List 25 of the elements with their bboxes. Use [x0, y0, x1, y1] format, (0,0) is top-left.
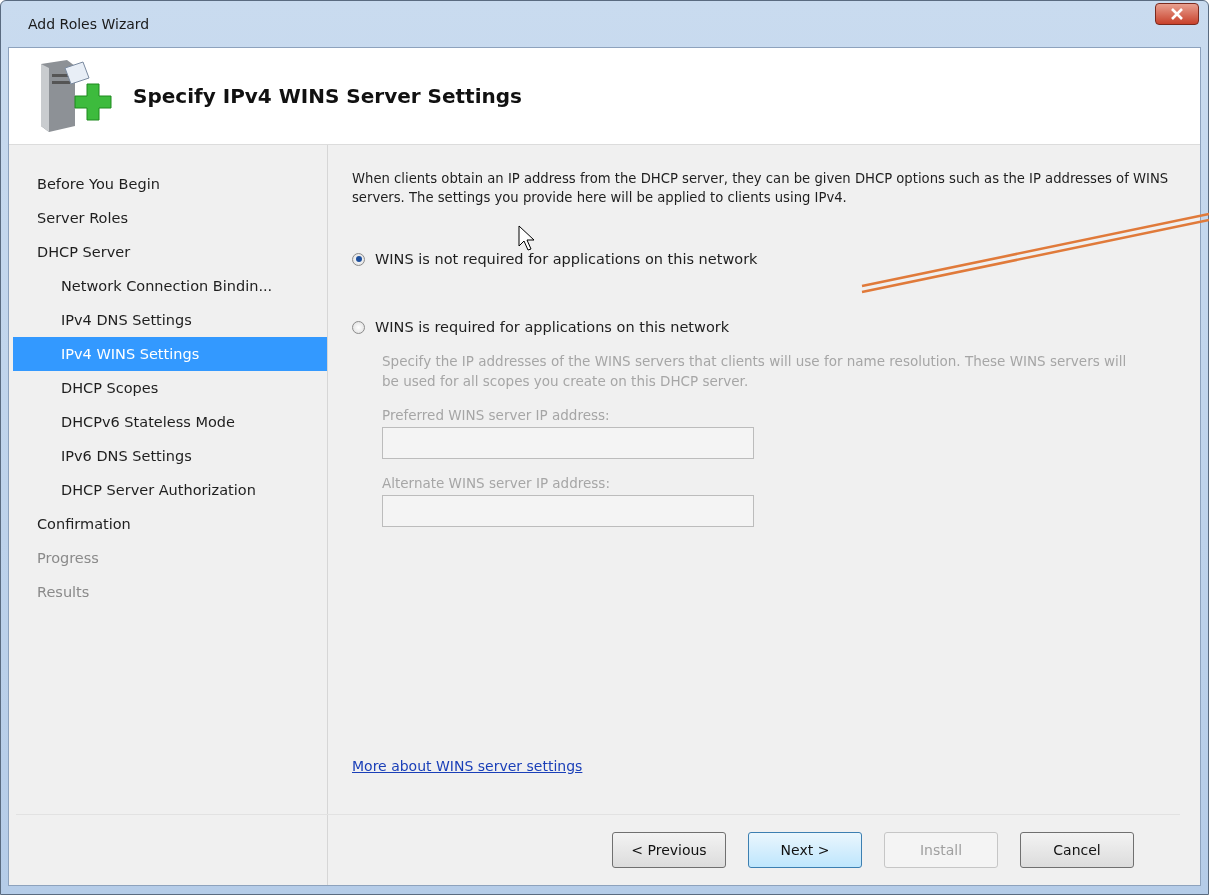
radio-option[interactable]: WINS is not required for applications on this network [352, 251, 1180, 267]
nav-item[interactable]: IPv4 DNS Settings [13, 303, 327, 337]
wizard-button[interactable]: Next > [748, 832, 862, 868]
nav-item[interactable]: Confirmation [13, 507, 327, 541]
nav-item[interactable]: Before You Begin [13, 167, 327, 201]
help-link[interactable]: More about WINS server settings [352, 758, 583, 774]
nav-item[interactable]: Network Connection Bindin... [13, 269, 327, 303]
nav-item[interactable]: DHCP Server [13, 235, 327, 269]
close-button[interactable] [1155, 3, 1199, 25]
field-label: Preferred WINS server IP address: [382, 407, 611, 423]
nav-item[interactable]: DHCP Server Authorization [13, 473, 327, 507]
page-title: Specify IPv4 WINS Server Settings [133, 84, 522, 108]
wizard-button[interactable]: < Previous [612, 832, 726, 868]
nav-item[interactable]: Server Roles [13, 201, 327, 235]
intro-text: When clients obtain an IP address from the DHCP server, they can be given DHCP options such as the IP addresses of WINS servers. The settings you provide here will be applied to clients using IPv4. [352, 170, 1170, 207]
field-label: Alternate WINS server IP address: [382, 475, 611, 491]
radio-option[interactable]: WINS is required for applications on this network [352, 319, 1180, 335]
description-text: Specify the IP addresses of the WINS servers that clients will use for name resolution. These WINS servers will be used for all scopes you create on this DHCP server. [382, 352, 1128, 391]
nav-item[interactable]: DHCPv6 Stateless Mode [13, 405, 327, 439]
close-icon [1170, 8, 1184, 20]
wizard-button[interactable]: Cancel [1020, 832, 1134, 868]
window-title: Add Roles Wizard [28, 16, 150, 32]
nav-item[interactable]: IPv6 DNS Settings [13, 439, 327, 473]
nav-item[interactable]: DHCP Scopes [13, 371, 327, 405]
cursor-icon [518, 225, 535, 251]
